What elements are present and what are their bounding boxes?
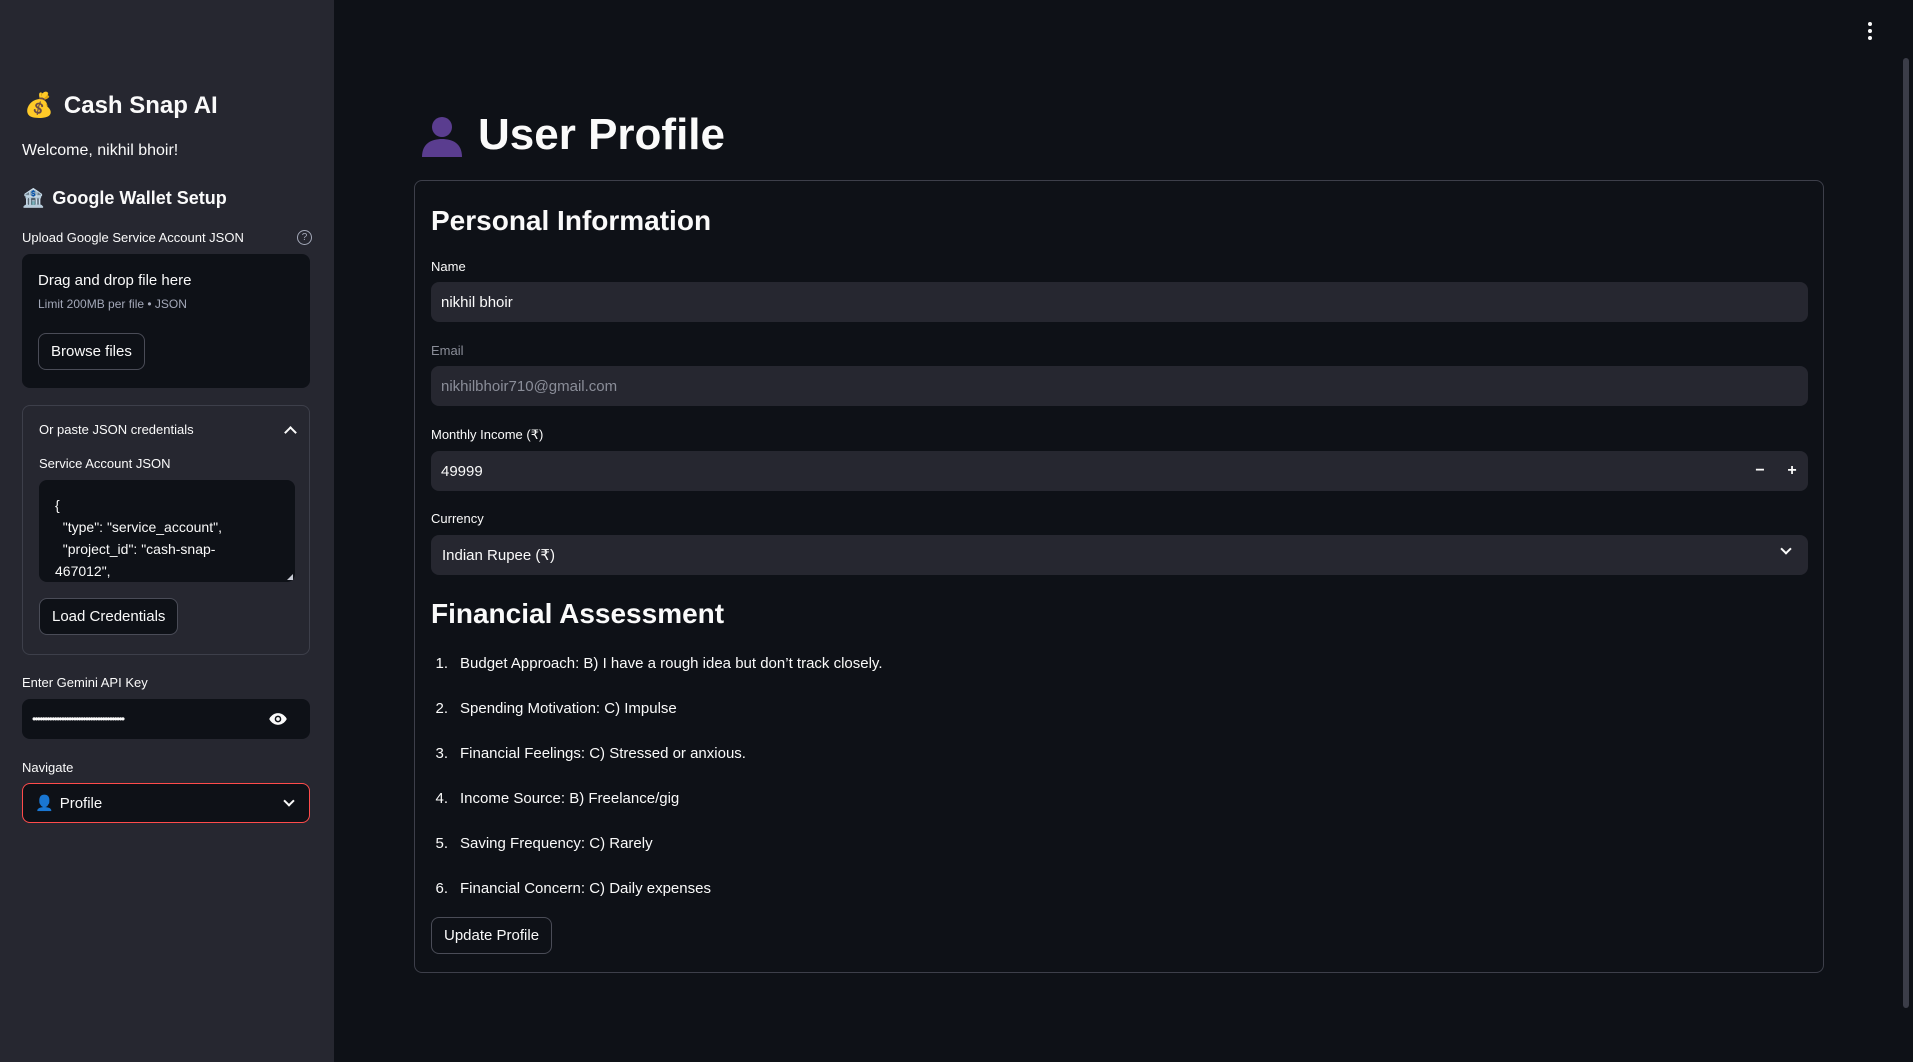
email-input: nikhilbhoir710@gmail.com xyxy=(431,366,1808,406)
navigate-label: Navigate xyxy=(22,760,74,775)
eye-icon[interactable] xyxy=(268,709,288,729)
currency-select[interactable]: Indian Rupee (₹) xyxy=(431,535,1808,575)
sidebar: 💰 Cash Snap AI Welcome, nikhil bhoir! 🏦 … xyxy=(0,0,334,1062)
main-menu-icon[interactable] xyxy=(1868,22,1872,40)
app-title: 💰 Cash Snap AI xyxy=(24,92,218,120)
user-icon: 👤 xyxy=(35,795,54,812)
service-account-textarea[interactable]: { "type": "service_account", "project_id… xyxy=(39,480,295,582)
name-label: Name xyxy=(431,259,466,274)
page-title-text: User Profile xyxy=(478,110,725,159)
update-profile-button[interactable]: Update Profile xyxy=(431,917,553,954)
dropzone-title: Drag and drop file here xyxy=(38,272,192,289)
list-item: 3. Financial Feelings: C) Stressed or anx… xyxy=(435,745,746,762)
load-credentials-button[interactable]: Load Credentials xyxy=(39,598,179,635)
service-account-label: Service Account JSON xyxy=(39,456,171,471)
email-label: Email xyxy=(431,343,464,358)
app-root: 💰 Cash Snap AI Welcome, nikhil bhoir! 🏦 … xyxy=(0,0,1913,1062)
wallet-setup-heading-text: Google Wallet Setup xyxy=(52,188,227,208)
navigate-select[interactable]: 👤 Profile xyxy=(22,783,310,823)
assessment-heading: Financial Assessment xyxy=(431,598,725,629)
list-item: 6. Financial Concern: C) Daily expenses xyxy=(435,880,711,897)
expander-label: Or paste JSON credentials xyxy=(39,422,194,437)
currency-value: Indian Rupee (₹) xyxy=(442,547,555,564)
upload-label-row: Upload Google Service Account JSON ? xyxy=(22,230,312,245)
json-credentials-expander: Or paste JSON credentials Service Accoun… xyxy=(22,405,310,655)
list-item: 2. Spending Motivation: C) Impulse xyxy=(435,700,677,717)
income-value: 49999 xyxy=(441,462,483,480)
name-input[interactable]: nikhil bhoir xyxy=(431,282,1808,322)
profile-form: Personal Information Name nikhil bhoir E… xyxy=(414,180,1824,973)
scrollbar[interactable] xyxy=(1903,58,1909,1008)
list-item: 1. Budget Approach: B) I have a rough ide… xyxy=(435,655,883,672)
decrement-button[interactable]: − xyxy=(1744,451,1776,491)
chevron-down-icon xyxy=(1780,543,1792,555)
user-silhouette-icon xyxy=(422,117,462,157)
help-icon[interactable]: ? xyxy=(297,230,312,245)
gemini-key-input[interactable]: •••••••••••••••••••••••••••••••••••••• xyxy=(22,699,310,739)
income-input[interactable]: 49999 − + xyxy=(431,451,1808,491)
increment-button[interactable]: + xyxy=(1776,451,1808,491)
income-label: Monthly Income (₹) xyxy=(431,427,544,442)
file-dropzone[interactable]: Drag and drop file here Limit 200MB per … xyxy=(22,254,310,388)
gemini-key-label: Enter Gemini API Key xyxy=(22,675,148,690)
assessment-list: 1. Budget Approach: B) I have a rough ide… xyxy=(431,641,882,911)
income-stepper: − + xyxy=(1744,451,1808,491)
currency-label: Currency xyxy=(431,511,484,526)
list-item: 4. Income Source: B) Freelance/gig xyxy=(435,790,680,807)
money-bag-icon: 💰 xyxy=(24,92,54,119)
welcome-text: Welcome, nikhil bhoir! xyxy=(22,142,179,159)
dropzone-limit: Limit 200MB per file • JSON xyxy=(38,297,187,311)
gemini-key-value: •••••••••••••••••••••••••••••••••••••• xyxy=(32,712,125,726)
upload-label: Upload Google Service Account JSON xyxy=(22,230,244,245)
chevron-up-icon xyxy=(284,425,297,439)
personal-info-heading: Personal Information xyxy=(431,205,712,236)
browse-files-button[interactable]: Browse files xyxy=(38,333,145,370)
wallet-setup-heading: 🏦 Google Wallet Setup xyxy=(22,188,227,209)
page-title: User Profile xyxy=(420,110,725,160)
navigate-selected: 👤 Profile xyxy=(35,794,103,813)
list-item: 5. Saving Frequency: C) Rarely xyxy=(435,835,653,852)
chevron-down-icon xyxy=(283,795,295,807)
expander-header[interactable]: Or paste JSON credentials xyxy=(39,422,297,439)
navigate-selected-text: Profile xyxy=(59,794,103,812)
app-title-text: Cash Snap AI xyxy=(63,92,218,119)
bank-icon: 🏦 xyxy=(22,188,45,208)
